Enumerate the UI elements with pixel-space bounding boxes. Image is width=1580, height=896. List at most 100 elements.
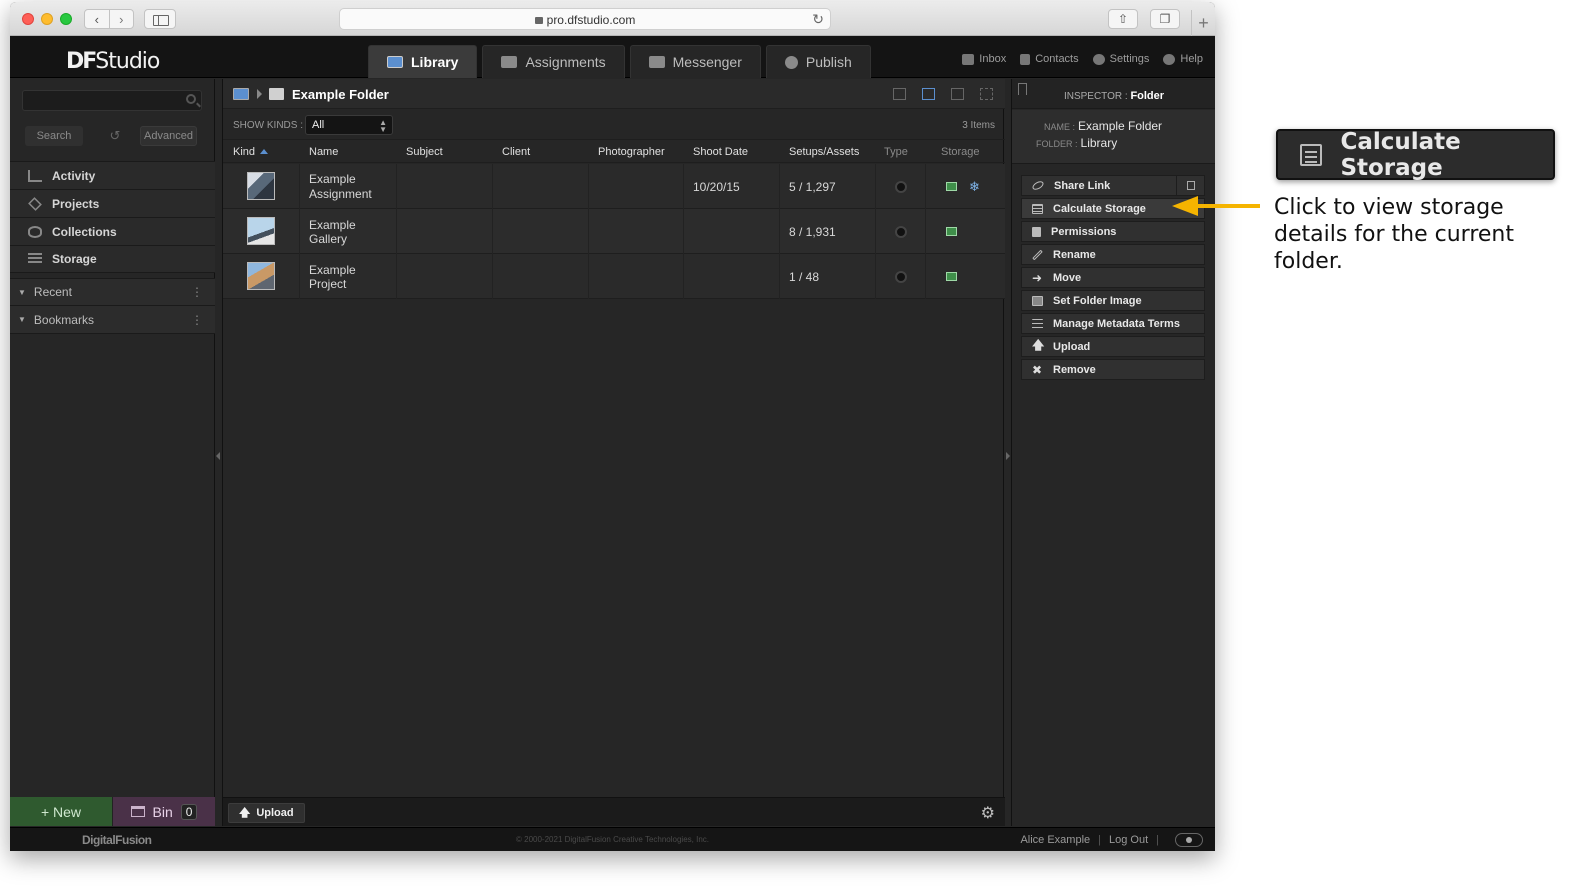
set-folder-image-button[interactable]: Set Folder Image (1021, 290, 1205, 311)
column-photographer[interactable]: Photographer (598, 146, 665, 158)
table-row[interactable]: Example Gallery 8 / 1,931 (223, 209, 1005, 254)
app-logo[interactable]: DFStudio (66, 49, 160, 74)
more-options-icon[interactable]: ⋮ (191, 313, 203, 327)
info-name: NAME : Example Folder (1044, 119, 1162, 133)
sidebar-toggle-icon[interactable] (144, 9, 176, 29)
section-recent[interactable]: ▼ Recent ⋮ (10, 278, 215, 306)
reset-search-icon[interactable]: ↺ (106, 126, 124, 146)
table-row[interactable]: Example Assignment 10/20/15 5 / 1,297 ❄ (223, 164, 1005, 209)
info-label: NAME : (1044, 122, 1076, 132)
column-kind[interactable]: Kind (233, 146, 269, 158)
sidebar-item-activity[interactable]: Activity (10, 161, 215, 189)
copy-link-button[interactable] (1176, 176, 1204, 195)
rename-button[interactable]: Rename (1021, 244, 1205, 265)
column-label: Kind (233, 146, 256, 158)
help-icon (1163, 53, 1176, 65)
app-header: DFStudio Library Assignments Messenger P… (10, 36, 1215, 78)
list-view-icon[interactable] (922, 88, 935, 100)
info-value: Example Folder (1078, 119, 1163, 133)
upload-button[interactable]: 🡅 Upload (228, 803, 305, 823)
detail-view-icon[interactable] (893, 88, 906, 100)
tab-assignments[interactable]: Assignments (482, 45, 625, 78)
fullscreen-icon[interactable] (980, 88, 993, 100)
eye-icon[interactable] (1175, 833, 1203, 847)
top-links: Inbox Contacts Settings Help (962, 53, 1203, 65)
search-button[interactable]: Search (25, 126, 83, 146)
item-count: 3 Items (962, 120, 995, 131)
table-row[interactable]: Example Project 1 / 48 (223, 254, 1005, 299)
column-name[interactable]: Name (309, 146, 338, 158)
minimize-window-button[interactable] (41, 13, 53, 25)
column-setups-assets[interactable]: Setups/Assets (789, 146, 859, 158)
type-cell (876, 254, 926, 299)
publish-icon (784, 55, 798, 69)
new-tab-icon[interactable]: + (1191, 10, 1215, 36)
calculate-storage-callout: Calculate Storage (1276, 129, 1555, 181)
type-cell (876, 209, 926, 254)
column-shoot-date[interactable]: Shoot Date (693, 146, 748, 158)
search-input[interactable] (22, 90, 202, 111)
advanced-search-button[interactable]: Advanced (140, 126, 197, 146)
tab-messenger[interactable]: Messenger (629, 45, 761, 78)
back-button[interactable]: ‹ (85, 10, 110, 28)
zoom-window-button[interactable] (60, 13, 72, 25)
column-subject[interactable]: Subject (406, 146, 443, 158)
sidebar-sections: ▼ Recent ⋮ ▼ Bookmarks ⋮ (10, 278, 215, 334)
right-splitter-handle[interactable] (1006, 452, 1010, 460)
move-button[interactable]: ➜ Move (1021, 267, 1205, 288)
sidebar-item-projects[interactable]: Projects (10, 189, 215, 217)
tabs-overview-icon[interactable]: ❐ (1150, 9, 1180, 29)
user-name[interactable]: Alice Example (1020, 834, 1090, 846)
help-link[interactable]: Help (1163, 53, 1203, 65)
left-splitter-handle[interactable] (216, 452, 220, 460)
close-window-button[interactable] (22, 13, 34, 25)
sort-ascending-icon (260, 149, 269, 154)
chevron-right-icon (257, 89, 262, 99)
remove-button[interactable]: ✖ Remove (1021, 359, 1205, 380)
reload-icon[interactable]: ↻ (812, 11, 824, 28)
photographer-cell (589, 164, 684, 209)
gear-icon[interactable]: ⚙ (981, 803, 995, 823)
permissions-button[interactable]: Permissions (1021, 221, 1205, 242)
forward-button[interactable]: › (110, 10, 134, 28)
column-storage[interactable]: Storage (941, 146, 980, 158)
share-icon[interactable]: ⇧ (1108, 9, 1138, 29)
name-cell: Example Assignment (300, 164, 397, 209)
tab-library[interactable]: Library (368, 45, 478, 78)
new-button[interactable]: + New (10, 797, 113, 826)
more-options-icon[interactable]: ⋮ (191, 285, 203, 299)
action-label: Share Link (1054, 179, 1111, 192)
folder-icon (269, 88, 284, 100)
logout-link[interactable]: Log Out (1109, 834, 1148, 846)
section-label: Bookmarks (33, 312, 94, 327)
share-link-button[interactable]: Share Link (1021, 175, 1205, 196)
show-kinds-select[interactable]: All ▲ ▼ (305, 115, 393, 135)
section-label: Recent (33, 285, 72, 299)
manage-metadata-terms-button[interactable]: Manage Metadata Terms (1021, 313, 1205, 334)
sidebar-item-storage[interactable]: Storage (10, 245, 215, 273)
inbox-link[interactable]: Inbox (962, 53, 1006, 65)
upload-action-button[interactable]: 🡅 Upload (1021, 336, 1205, 357)
library-icon[interactable] (233, 88, 249, 100)
info-label: FOLDER : (1036, 139, 1078, 149)
search-icon[interactable] (186, 94, 196, 104)
storage-cell (926, 209, 1005, 254)
column-type[interactable]: Type (884, 146, 908, 158)
contacts-link[interactable]: Contacts (1020, 53, 1079, 65)
grid-view-icon[interactable] (951, 88, 964, 100)
settings-link[interactable]: Settings (1092, 53, 1150, 65)
pencil-icon (1032, 249, 1043, 260)
sidebar-item-collections[interactable]: Collections (10, 217, 215, 245)
section-bookmarks[interactable]: ▼ Bookmarks ⋮ (10, 306, 215, 334)
show-kinds-label: SHOW KINDS : (233, 120, 304, 131)
inspector-title: INSPECTOR : Folder (1012, 90, 1215, 102)
action-label: Remove (1053, 363, 1096, 376)
upload-arrow-icon: 🡅 (239, 806, 251, 819)
type-cell (876, 164, 926, 209)
bin-button[interactable]: Bin 0 (113, 797, 215, 826)
settings-label: Settings (1109, 53, 1150, 65)
address-bar[interactable]: pro.dfstudio.com ↻ (339, 8, 831, 30)
tab-publish[interactable]: Publish (765, 45, 871, 78)
kind-cell (223, 254, 300, 299)
column-client[interactable]: Client (502, 146, 530, 158)
